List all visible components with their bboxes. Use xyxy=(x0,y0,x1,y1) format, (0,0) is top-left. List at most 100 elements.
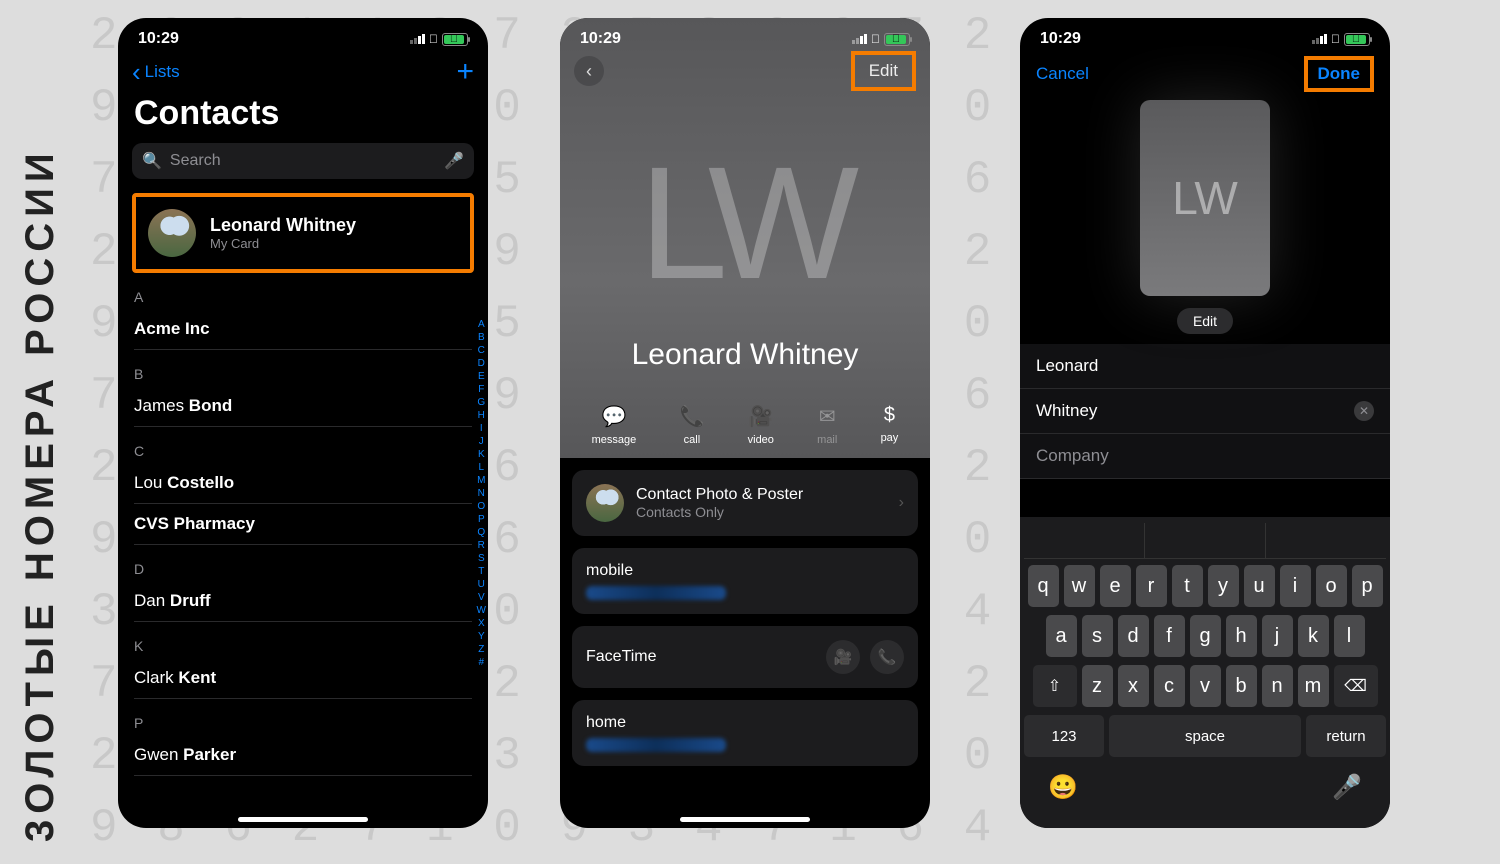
last-name-field[interactable]: ✕ xyxy=(1020,389,1390,434)
key-k[interactable]: k xyxy=(1298,615,1329,657)
add-button[interactable]: + xyxy=(456,55,474,89)
key-l[interactable]: l xyxy=(1334,615,1365,657)
facetime-audio-button[interactable]: 📞 xyxy=(870,640,904,674)
home-indicator[interactable] xyxy=(238,817,368,822)
back-button[interactable]: ‹Lists xyxy=(132,57,180,88)
nav-bar: ‹Lists + xyxy=(118,54,488,94)
key-r[interactable]: r xyxy=(1136,565,1167,607)
action-pay[interactable]: $pay xyxy=(881,404,899,446)
status-time: 10:29 xyxy=(580,30,621,48)
search-input[interactable]: 🔍 Search 🎤 xyxy=(132,143,474,179)
key-y[interactable]: y xyxy=(1208,565,1239,607)
edit-poster-button[interactable]: Edit xyxy=(1177,308,1233,334)
key-x[interactable]: x xyxy=(1118,665,1149,707)
key-d[interactable]: d xyxy=(1118,615,1149,657)
avatar xyxy=(148,209,196,257)
status-time: 10:29 xyxy=(1040,30,1081,48)
key-i[interactable]: i xyxy=(1280,565,1311,607)
key-z[interactable]: z xyxy=(1082,665,1113,707)
contact-row[interactable]: James Bond xyxy=(134,386,472,427)
key-g[interactable]: g xyxy=(1190,615,1221,657)
action-row: 💬message📞call🎥video✉mail$pay xyxy=(560,404,930,446)
home-label: home xyxy=(586,714,904,732)
key-shift[interactable]: ⇧ xyxy=(1033,665,1077,707)
cancel-button[interactable]: Cancel xyxy=(1036,64,1089,84)
first-name-input[interactable] xyxy=(1036,356,1374,376)
company-field[interactable] xyxy=(1020,434,1390,479)
section-header: B xyxy=(134,350,472,386)
status-bar: 10:29 􀙇 􀋦 xyxy=(1020,18,1390,54)
status-time: 10:29 xyxy=(138,30,179,48)
mic-icon[interactable]: 🎤 xyxy=(444,151,464,171)
contact-row[interactable]: CVS Pharmacy xyxy=(134,504,472,545)
key-b[interactable]: b xyxy=(1226,665,1257,707)
key-e[interactable]: e xyxy=(1100,565,1131,607)
poster-row[interactable]: Contact Photo & Poster Contacts Only › xyxy=(572,470,918,536)
key-p[interactable]: p xyxy=(1352,565,1383,607)
key-t[interactable]: t xyxy=(1172,565,1203,607)
company-input[interactable] xyxy=(1036,446,1374,466)
clear-icon[interactable]: ✕ xyxy=(1354,401,1374,421)
action-call[interactable]: 📞call xyxy=(679,404,704,446)
key-a[interactable]: a xyxy=(1046,615,1077,657)
key-u[interactable]: u xyxy=(1244,565,1275,607)
key-j[interactable]: j xyxy=(1262,615,1293,657)
poster-preview[interactable]: LW Edit xyxy=(1140,100,1270,334)
home-indicator[interactable] xyxy=(680,817,810,822)
battery-icon: 􀋦 xyxy=(884,33,910,46)
nav-bar: Cancel Done xyxy=(1020,54,1390,94)
phone-edit-contact: 10:29 􀙇 􀋦 Cancel Done LW Edit ✕ qwertyui… xyxy=(1020,18,1390,828)
chevron-right-icon: › xyxy=(899,494,904,512)
wifi-icon: 􀙇 xyxy=(871,32,880,46)
mobile-row[interactable]: mobile xyxy=(572,548,918,614)
key-m[interactable]: m xyxy=(1298,665,1329,707)
action-video[interactable]: 🎥video xyxy=(748,404,774,446)
poster-sub: Contacts Only xyxy=(636,504,803,520)
emoji-button[interactable]: 😀 xyxy=(1048,773,1078,802)
action-message[interactable]: 💬message xyxy=(592,404,637,446)
dictation-button[interactable]: 🎤 xyxy=(1332,773,1362,802)
contact-row[interactable]: Dan Druff xyxy=(134,581,472,622)
contact-row[interactable]: Lou Costello xyxy=(134,463,472,504)
contact-row[interactable]: Clark Kent xyxy=(134,658,472,699)
key-w[interactable]: w xyxy=(1064,565,1095,607)
facetime-row: FaceTime 🎥 📞 xyxy=(572,626,918,688)
phone-contacts-list: 10:29 􀙇 􀋦 ‹Lists + Contacts 🔍 Search 🎤 L… xyxy=(118,18,488,828)
my-card-row[interactable]: Leonard Whitney My Card xyxy=(132,193,474,273)
edit-button[interactable]: Edit xyxy=(851,51,916,91)
battery-icon: 􀋦 xyxy=(1344,33,1370,46)
key-o[interactable]: o xyxy=(1316,565,1347,607)
key-h[interactable]: h xyxy=(1226,615,1257,657)
done-button[interactable]: Done xyxy=(1304,56,1375,92)
first-name-field[interactable] xyxy=(1020,344,1390,389)
key-123[interactable]: 123 xyxy=(1024,715,1104,757)
key-q[interactable]: q xyxy=(1028,565,1059,607)
key-f[interactable]: f xyxy=(1154,615,1185,657)
key-n[interactable]: n xyxy=(1262,665,1293,707)
contact-row[interactable]: Acme Inc xyxy=(134,309,472,350)
home-row[interactable]: home xyxy=(572,700,918,766)
poster-initials: LW xyxy=(1140,100,1270,296)
contacts-list[interactable]: AAcme IncBJames BondCLou CostelloCVS Pha… xyxy=(118,273,488,776)
section-header: A xyxy=(134,273,472,309)
facetime-video-button[interactable]: 🎥 xyxy=(826,640,860,674)
key-space[interactable]: space xyxy=(1109,715,1301,757)
last-name-input[interactable] xyxy=(1036,401,1354,421)
avatar xyxy=(586,484,624,522)
predictive-bar[interactable] xyxy=(1024,523,1386,559)
phone-contact-detail: 10:29 􀙇 􀋦 ‹ Edit LW Leonard Whitney 💬mes… xyxy=(560,18,930,828)
key-delete[interactable]: ⌫ xyxy=(1334,665,1378,707)
search-placeholder: Search xyxy=(170,152,221,170)
keyboard[interactable]: qwertyuiop asdfghjkl ⇧zxcvbnm⌫ 123 space… xyxy=(1020,517,1390,828)
index-bar[interactable]: ABCDEFGHIJKLMNOPQRSTUVWXYZ# xyxy=(477,318,486,669)
status-bar: 10:29 􀙇 􀋦 xyxy=(560,18,930,54)
back-button[interactable]: ‹ xyxy=(574,56,604,86)
key-v[interactable]: v xyxy=(1190,665,1221,707)
key-c[interactable]: c xyxy=(1154,665,1185,707)
contact-row[interactable]: Gwen Parker xyxy=(134,735,472,776)
key-return[interactable]: return xyxy=(1306,715,1386,757)
signal-icon xyxy=(852,34,867,44)
section-header: C xyxy=(134,427,472,463)
section-header: D xyxy=(134,545,472,581)
key-s[interactable]: s xyxy=(1082,615,1113,657)
